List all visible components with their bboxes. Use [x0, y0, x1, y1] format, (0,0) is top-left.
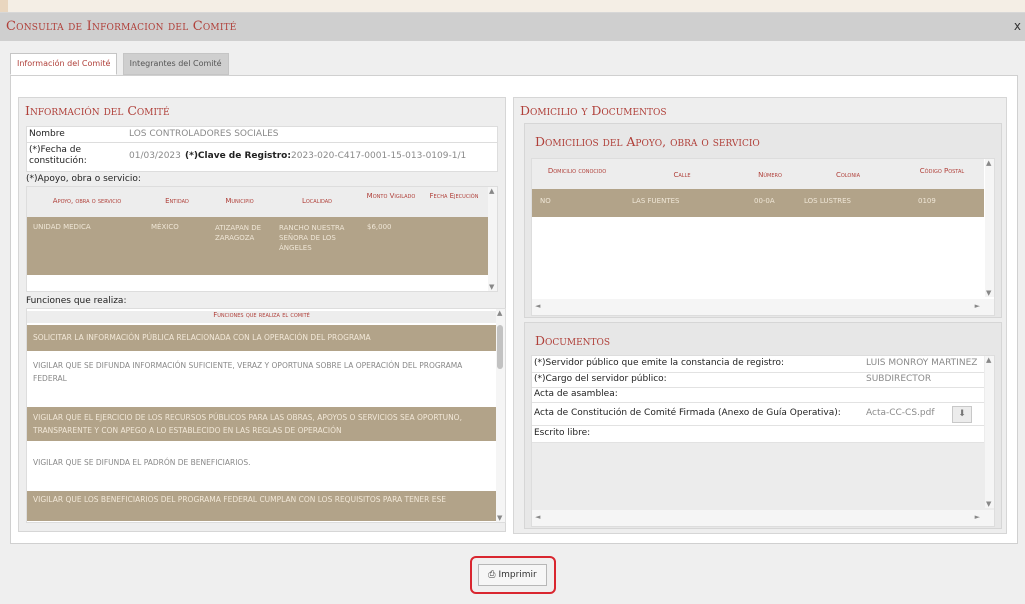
nombre-label: Nombre: [29, 129, 65, 139]
dom-cell-cp: 0109: [918, 197, 936, 205]
doc-label-escrito: Escrito libre:: [534, 428, 591, 438]
doc-row: Acta de Constitución de Comité Firmada (…: [532, 403, 984, 426]
scroll-thumb[interactable]: [497, 325, 503, 369]
domicilio-documentos-panel: Domicilio y Documentos Domicilios del Ap…: [513, 97, 1007, 534]
scroll-up-icon[interactable]: ▲: [497, 309, 502, 317]
dom-cell-colonia: LOS LUSTRES: [804, 197, 851, 205]
doc-value-servidor: LUIS MONROY MARTINEZ: [866, 358, 978, 368]
scroll-down-icon[interactable]: ▼: [986, 500, 991, 508]
documentos-table: (*)Servidor público que emite la constan…: [531, 355, 995, 527]
doc-label-acta-asamblea: Acta de asamblea:: [534, 389, 618, 399]
fecha-row: (*)Fecha de constitución: 01/03/2023 (*)…: [26, 142, 498, 172]
doc-row: (*)Servidor público que emite la constan…: [532, 356, 984, 373]
dom-cell-numero: 00-0A: [754, 197, 775, 205]
domicilios-subpanel: Domicilios del Apoyo, obra o servicio Do…: [524, 123, 1002, 318]
dom-col-cp: Código Postal: [919, 167, 965, 175]
funcion-row[interactable]: SOLICITAR LA INFORMACIÓN PÚBLICA RELACIO…: [27, 325, 496, 351]
clave-label: (*)Clave de Registro:: [185, 151, 291, 161]
doc-label-servidor: (*)Servidor público que emite la constan…: [534, 358, 784, 368]
modal-titlebar: Consulta de Informacion del Comité x: [0, 13, 1025, 41]
info-comite-title: Información del Comité: [25, 103, 170, 118]
tab-bar: Información del Comité Integrantes del C…: [10, 53, 231, 75]
modal-dialog: Consulta de Informacion del Comité x Inf…: [0, 12, 1025, 604]
doc-row: Acta de asamblea:: [532, 388, 984, 403]
scroll-up-icon[interactable]: ▲: [986, 159, 991, 167]
funcion-row[interactable]: VIGILAR QUE SE DIFUNDA EL PADRÓN DE BENE…: [27, 455, 496, 471]
domicilios-hscrollbar[interactable]: ◄ ►: [532, 299, 994, 315]
apoyo-cell-entidad: MÉXICO: [151, 223, 179, 231]
documentos-scrollbar[interactable]: ▲ ▼: [985, 356, 994, 508]
apoyo-label: (*)Apoyo, obra o servicio:: [26, 174, 141, 184]
scroll-right-icon[interactable]: ►: [975, 513, 980, 521]
doc-row: (*)Cargo del servidor público: SUBDIRECT…: [532, 373, 984, 388]
apoyo-col-entidad: Entidad: [165, 197, 189, 205]
fecha-value: 01/03/2023: [129, 151, 181, 161]
apoyo-col-localidad: Localidad: [301, 197, 333, 205]
domicilios-header-row: Domicilio conocido Calle Número Colonia …: [532, 159, 984, 189]
nombre-row: Nombre LOS CONTROLADORES SOCIALES: [26, 126, 498, 143]
scroll-right-icon[interactable]: ►: [975, 302, 980, 310]
dom-col-numero: Número: [758, 171, 782, 179]
funcion-row[interactable]: VIGILAR QUE EL EJERCICIO DE LOS RECURSOS…: [27, 407, 496, 441]
funciones-label: Funciones que realiza:: [26, 296, 127, 306]
documentos-subpanel: Documentos (*)Servidor público que emite…: [524, 322, 1002, 529]
tab-informacion[interactable]: Información del Comité: [10, 53, 118, 75]
dom-col-domicilio: Domicilio conocido: [547, 167, 607, 175]
scroll-left-icon[interactable]: ◄: [535, 302, 540, 310]
dom-cell-calle: LAS FUENTES: [632, 197, 680, 205]
apoyo-cell-municipio: ATIZAPAN DE ZARAGOZA: [215, 224, 262, 242]
scroll-down-icon[interactable]: ▼: [986, 289, 991, 297]
doc-row: Escrito libre:: [532, 426, 984, 443]
documentos-title: Documentos: [535, 333, 611, 348]
funcion-row[interactable]: VIGILAR QUE SE DIFUNDA INFORMACIÓN SUFIC…: [27, 359, 496, 389]
funcion-row[interactable]: VIGILAR QUE LOS BENEFICIARIOS DEL PROGRA…: [27, 491, 496, 521]
doc-label-acta-constitucion: Acta de Constitución de Comité Firmada (…: [534, 408, 841, 418]
apoyo-cell-apoyo: UNIDAD MEDICA: [33, 223, 91, 231]
funciones-scrollbar[interactable]: ▲ ▼: [496, 309, 505, 522]
domicilio-data-row[interactable]: NO LAS FUENTES 00-0A LOS LUSTRES 0109: [532, 189, 984, 217]
close-icon[interactable]: x: [1014, 19, 1021, 33]
apoyo-col-monto: Monto Vigilado: [366, 192, 416, 200]
print-highlight: ⎙ Imprimir: [470, 556, 556, 594]
apoyo-scrollbar[interactable]: ▲ ▼: [488, 187, 497, 291]
printer-icon: ⎙: [488, 570, 496, 580]
download-icon[interactable]: ⬇: [952, 406, 972, 423]
scroll-down-icon[interactable]: ▼: [497, 514, 502, 522]
modal-title: Consulta de Informacion del Comité: [6, 19, 237, 34]
nombre-value: LOS CONTROLADORES SOCIALES: [129, 129, 279, 139]
apoyo-data-row[interactable]: UNIDAD MEDICA MÉXICO ATIZAPAN DE ZARAGOZ…: [27, 217, 488, 275]
clave-value: 2023-020-C417-0001-15-013-0109-1/1: [291, 151, 467, 161]
apoyo-col-apoyo: Apoyo, obra o servicio: [52, 197, 122, 205]
domicilios-subtitle: Domicilios del Apoyo, obra o servicio: [535, 134, 760, 149]
scroll-up-icon[interactable]: ▲: [489, 187, 494, 195]
documentos-hscrollbar[interactable]: ◄ ►: [532, 510, 994, 526]
fecha-label: (*)Fecha de constitución:: [29, 145, 87, 166]
dom-col-calle: Calle: [673, 171, 691, 179]
print-button-label: Imprimir: [498, 570, 537, 580]
apoyo-header-row: Apoyo, obra o servicio Entidad Municipio…: [27, 187, 497, 217]
doc-label-cargo: (*)Cargo del servidor público:: [534, 374, 667, 384]
print-button[interactable]: ⎙ Imprimir: [478, 564, 547, 586]
apoyo-table: Apoyo, obra o servicio Entidad Municipio…: [26, 186, 498, 292]
doc-value-cargo: SUBDIRECTOR: [866, 374, 932, 384]
apoyo-cell-monto: $6,000: [367, 223, 392, 231]
scroll-up-icon[interactable]: ▲: [986, 356, 991, 364]
funciones-table: Funciones que realiza el comité SOLICITA…: [26, 308, 506, 523]
doc-value-acta-constitucion[interactable]: Acta-CC-CS.pdf: [866, 408, 935, 418]
funciones-header: Funciones que realiza el comité: [27, 311, 496, 323]
apoyo-col-municipio: Municipio: [225, 197, 254, 205]
dom-cell-domicilio: NO: [540, 197, 551, 205]
domicilio-documentos-title: Domicilio y Documentos: [520, 103, 667, 118]
tab-content: Información del Comité Nombre LOS CONTRO…: [10, 75, 1018, 544]
scroll-left-icon[interactable]: ◄: [535, 513, 540, 521]
apoyo-cell-localidad: RANCHO NUESTRA SEÑORA DE LOS ÁNGELES: [279, 224, 345, 252]
tab-integrantes[interactable]: Integrantes del Comité: [122, 53, 229, 75]
dom-col-colonia: Colonia: [835, 171, 860, 179]
apoyo-col-fecha: Fecha Ejecución: [429, 192, 479, 200]
info-comite-panel: Información del Comité Nombre LOS CONTRO…: [18, 97, 506, 532]
domicilios-scrollbar[interactable]: ▲ ▼: [985, 159, 994, 297]
domicilios-table: Domicilio conocido Calle Número Colonia …: [531, 158, 995, 316]
scroll-down-icon[interactable]: ▼: [489, 283, 494, 291]
